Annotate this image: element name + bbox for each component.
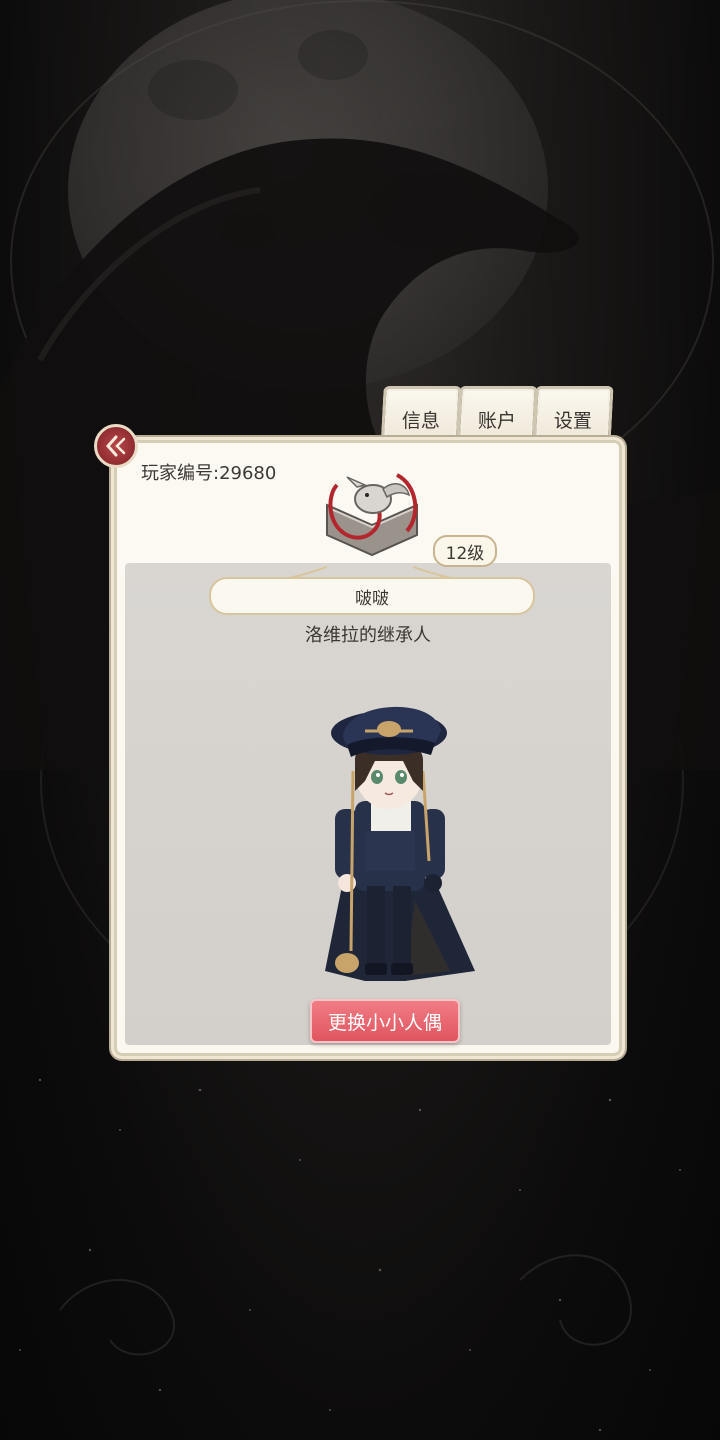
tab-info-label: 信息	[401, 409, 440, 432]
star-field	[19, 1078, 681, 1432]
player-id: 玩家编号:29680	[141, 463, 277, 484]
player-title: 洛维拉的继承人	[305, 625, 431, 646]
doll-character	[325, 706, 475, 981]
change-doll-button[interactable]: 更换小小人偶	[310, 999, 460, 1043]
back-button[interactable]	[94, 424, 138, 468]
player-name[interactable]: 啵啵	[209, 577, 535, 615]
back-chevron-icon	[105, 435, 126, 457]
tab-account-label: 账户	[477, 409, 516, 432]
book-bird-emblem-icon[interactable]	[317, 465, 427, 561]
tab-settings-label: 设置	[553, 409, 592, 432]
profile-card: 玩家编号:29680 12级 啵啵 洛维拉的继承人 更换小小人偶	[114, 440, 622, 1056]
